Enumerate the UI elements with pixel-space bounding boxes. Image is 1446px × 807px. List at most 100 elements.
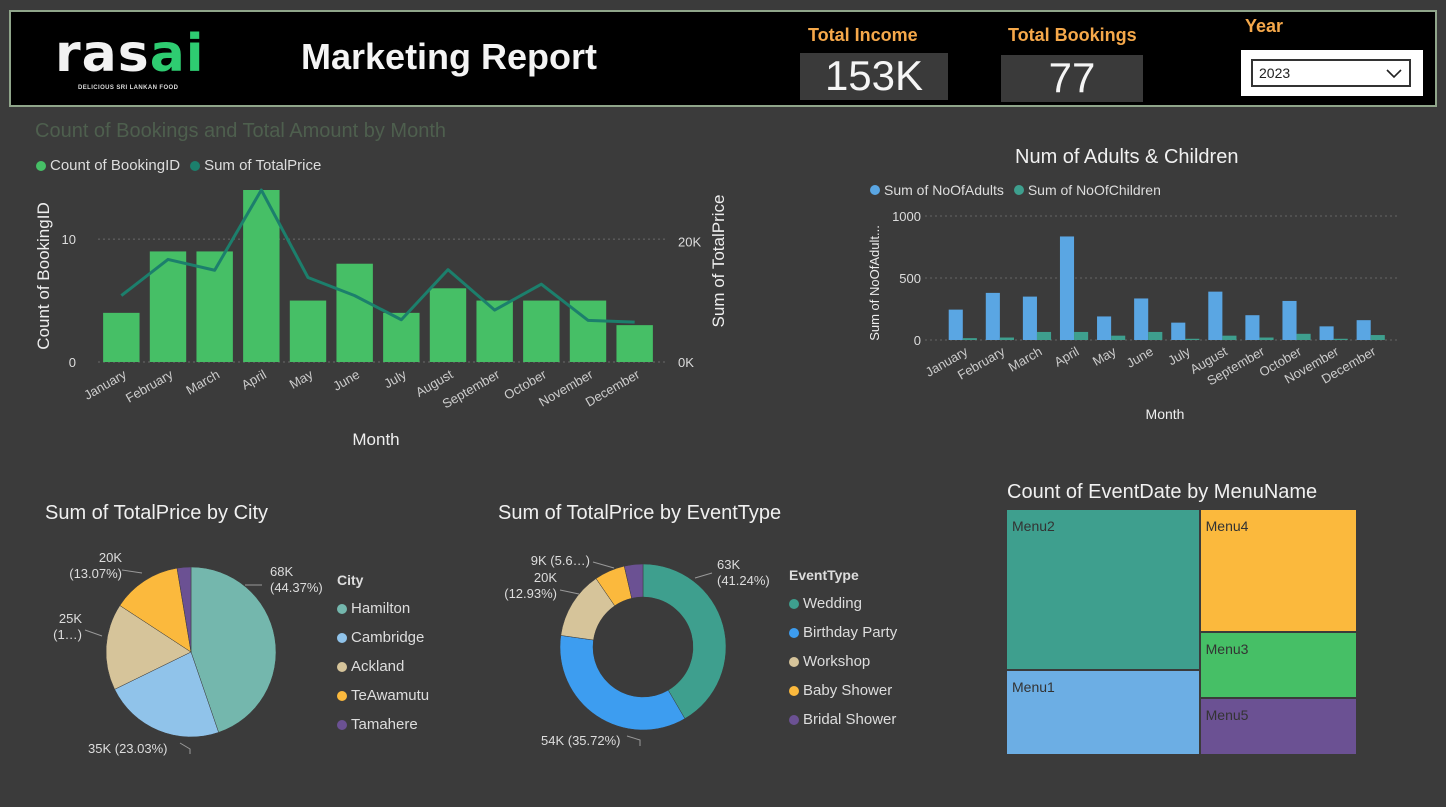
page-title: Marketing Report <box>301 36 598 77</box>
legend-label: Ackland <box>351 658 405 675</box>
legend-item: Workshop <box>789 647 897 676</box>
logo-wordmark: rasai <box>55 24 205 84</box>
legend-label: Baby Shower <box>803 682 893 699</box>
data-label: 63K <box>717 557 740 572</box>
treemap-tile-label: Menu5 <box>1205 707 1249 724</box>
legend-item: Bridal Shower <box>789 705 897 734</box>
legend-marker <box>337 603 347 614</box>
x-tick-label: December <box>583 366 643 409</box>
legend-label: Birthday Party <box>803 624 898 641</box>
bar-bookings <box>289 300 327 362</box>
legend-marker-adults <box>870 185 880 195</box>
bar-bookings <box>103 312 140 362</box>
treemap-tile-menu2: Menu2 <box>1006 509 1200 671</box>
legend-item: Ackland <box>337 652 429 681</box>
adults-chart-legend: Sum of NoOfAdults Sum of NoOfChildren <box>870 182 1161 198</box>
leader-line <box>559 589 580 595</box>
legend-marker-totalprice <box>190 160 201 171</box>
adults-chart-title: Num of Adults & Children <box>1015 146 1239 168</box>
leader-line <box>694 572 713 579</box>
legend-item: TeAwamutu <box>337 681 429 710</box>
bar-bookings <box>523 300 560 362</box>
legend-item: Tamahere <box>337 710 429 739</box>
y2-tick-label: 20K <box>678 234 701 249</box>
x-tick-label: July <box>381 366 409 391</box>
event-legend-title: EventType <box>789 567 859 583</box>
treemap-tile-menu3: Menu3 <box>1199 632 1357 699</box>
bar-children <box>1259 337 1274 340</box>
y-tick-label: 10 <box>62 232 76 247</box>
legend-item: Baby Shower <box>789 676 897 705</box>
kpi-income-label: Total Income <box>808 25 918 45</box>
y-tick-label: 0 <box>69 355 76 370</box>
legend-marker <box>337 690 347 701</box>
legend-marker <box>337 661 347 672</box>
y-axis-title: Count of BookingID <box>34 202 53 349</box>
legend-item: Hamilton <box>337 594 429 623</box>
legend-label: Bridal Shower <box>803 711 897 728</box>
legend-marker <box>337 632 347 643</box>
legend-marker <box>789 656 799 667</box>
city-chart-title: Sum of TotalPrice by City <box>45 502 269 524</box>
bar-adults <box>1022 296 1037 340</box>
kpi-bookings-value: 77 <box>1001 55 1143 102</box>
legend-marker <box>789 714 799 725</box>
data-label: (12.93%) <box>504 586 557 601</box>
legend-label: Cambridge <box>351 629 425 646</box>
data-label: 35K (23.03%) <box>88 741 168 756</box>
bar-adults <box>1356 320 1371 340</box>
bar-children <box>1111 335 1126 340</box>
data-label: (1…) <box>53 627 82 642</box>
data-label: (44.37%) <box>270 580 323 595</box>
y-tick-label: 1000 <box>892 209 921 224</box>
menu-treemap: Menu2 Menu1 Menu4 Menu3 Menu5 <box>1006 509 1357 755</box>
x-tick-label: June <box>1124 344 1156 371</box>
leader-line <box>592 561 615 569</box>
menu-chart-title: Count of EventDate by MenuName <box>1007 481 1318 503</box>
legend-label: Tamahere <box>351 716 418 733</box>
bar-adults <box>1208 291 1223 340</box>
legend-label: Hamilton <box>351 600 411 617</box>
bookings-chart-legend: Count of BookingID Sum of TotalPrice <box>36 157 321 174</box>
bar-adults <box>1097 316 1112 340</box>
y-tick-label: 500 <box>899 271 921 286</box>
x-tick-label: May <box>287 366 316 392</box>
treemap-tile-label: Menu3 <box>1205 641 1249 657</box>
x-tick-label: January <box>81 366 129 402</box>
legend-label-totalprice: Sum of TotalPrice <box>204 157 322 174</box>
year-slicer: 2023 <box>1241 50 1423 96</box>
x-tick-label: February <box>123 366 176 405</box>
bar-bookings <box>429 288 467 362</box>
legend-marker <box>789 685 799 696</box>
bar-children <box>1148 331 1163 340</box>
bar-adults <box>985 292 1000 340</box>
legend-item: Cambridge <box>337 623 429 652</box>
pie-slice-birthday-party <box>559 635 686 731</box>
treemap-tile-label: Menu2 <box>1012 518 1055 534</box>
bar-children <box>1222 335 1237 340</box>
bar-adults <box>1319 326 1334 340</box>
year-dropdown[interactable]: 2023 <box>1251 59 1411 87</box>
bar-children <box>1296 333 1311 340</box>
legend-label: Workshop <box>803 653 871 670</box>
bar-adults <box>1245 315 1260 340</box>
bar-children <box>1185 338 1200 340</box>
x-tick-label: May <box>1090 343 1119 369</box>
y2-tick-label: 0K <box>678 355 694 370</box>
bar-adults <box>1059 236 1075 340</box>
treemap-tile-menu5: Menu5 <box>1199 698 1357 755</box>
leader-line <box>84 629 103 637</box>
event-chart-title: Sum of TotalPrice by EventType <box>498 502 782 524</box>
bar-children <box>1074 331 1089 340</box>
leader-line <box>179 742 191 754</box>
bar-adults <box>1282 300 1297 340</box>
x-axis-title: Month <box>1146 406 1185 422</box>
data-label: 20K <box>99 550 122 565</box>
x-axis-title: Month <box>352 430 399 449</box>
bookings-combo-chart: 0 10 0K 20K Count of BookingID Sum of TotalPr… <box>34 188 728 449</box>
leader-line <box>626 735 641 746</box>
data-label: 20K <box>534 570 557 585</box>
data-label: 68K <box>270 564 293 579</box>
bar-adults <box>1171 322 1186 340</box>
bar-bookings <box>336 263 373 362</box>
